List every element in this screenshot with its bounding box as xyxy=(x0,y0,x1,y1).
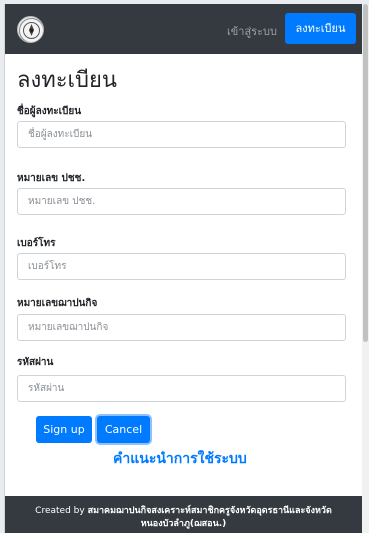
signup-button[interactable]: Sign up xyxy=(36,416,92,443)
citizen-id-input[interactable] xyxy=(17,188,346,215)
seal-emblem-icon[interactable] xyxy=(17,16,44,43)
phone-input[interactable] xyxy=(17,253,346,280)
page: เข้าสู่ระบบ ลงทะเบียน ลงทะเบียน ชื่อผู้ล… xyxy=(4,4,362,533)
footer-org-line-2: หนองบัวลำภู(ฌสอน.) xyxy=(140,519,227,529)
page-title: ลงทะเบียน xyxy=(17,68,117,93)
register-button[interactable]: ลงทะเบียน xyxy=(285,13,356,44)
password-input[interactable] xyxy=(17,375,346,402)
member-number-input[interactable] xyxy=(17,314,346,341)
footer-org-line-1: สมาคมฌาปนกิจสงเคราะห์สมาชิกครูจังหวัดอุด… xyxy=(87,506,332,516)
scrollbar-thumb[interactable] xyxy=(363,4,368,342)
name-input[interactable] xyxy=(17,121,346,148)
login-link[interactable]: เข้าสู่ระบบ xyxy=(227,22,277,40)
citizen-id-label: หมายเลข ปชช. xyxy=(17,173,86,184)
name-label: ชื่อผู้ลงทะเบียน xyxy=(17,106,82,117)
navbar: เข้าสู่ระบบ ลงทะเบียน xyxy=(5,4,362,54)
footer-line-1: Created by สมาคมฌาปนกิจสงเคราะห์สมาชิกคร… xyxy=(5,505,362,518)
phone-label: เบอร์โทร xyxy=(17,238,56,249)
user-guide-link[interactable]: คำแนะนำการใช้ระบบ xyxy=(113,448,247,470)
password-label: รหัสผ่าน xyxy=(17,357,54,368)
cancel-button[interactable]: Cancel xyxy=(97,416,150,443)
footer-prefix: Created by xyxy=(35,506,85,516)
member-number-label: หมายเลขฌาปนกิจ xyxy=(17,298,98,309)
footer: Created by สมาคมฌาปนกิจสงเคราะห์สมาชิกคร… xyxy=(5,496,362,533)
